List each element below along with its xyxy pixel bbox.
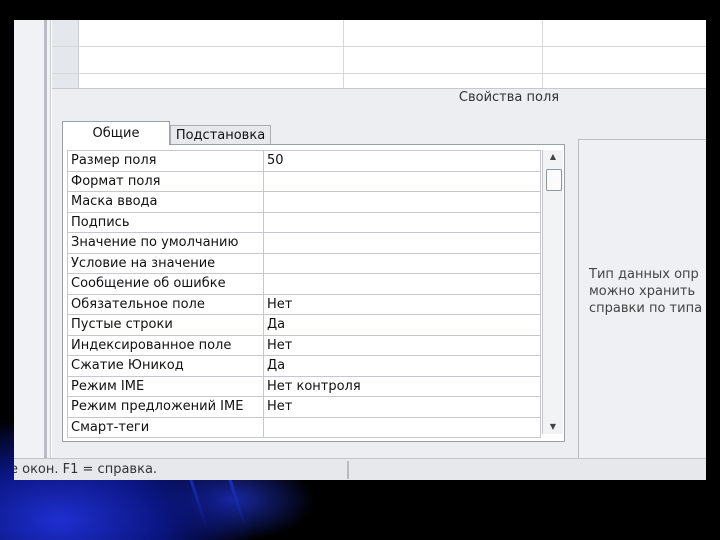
property-name[interactable]: Сжатие Юникод bbox=[67, 355, 264, 377]
property-row[interactable]: Пустые строки Да bbox=[67, 314, 541, 336]
navigation-pane-edge bbox=[14, 20, 51, 458]
property-row[interactable]: Режим IME Нет контроля bbox=[67, 375, 541, 397]
general-properties-panel: Размер поля 50 Формат поля Маска ввода Подпи… bbox=[62, 144, 565, 442]
property-name[interactable]: Индексированное поле bbox=[67, 334, 264, 356]
property-value-field[interactable]: Нет контроля bbox=[263, 375, 541, 397]
status-divider bbox=[347, 461, 349, 479]
property-name[interactable]: Значение по умолчанию bbox=[67, 232, 264, 254]
tab-general[interactable]: Общие bbox=[62, 121, 170, 145]
property-name[interactable]: Режим IME bbox=[67, 375, 264, 397]
property-row[interactable]: Условие на значение bbox=[67, 252, 541, 274]
property-value-field[interactable]: Да bbox=[263, 355, 541, 377]
grid-column-divider bbox=[343, 20, 344, 88]
property-row[interactable]: Значение по умолчанию bbox=[67, 232, 541, 254]
property-value-field[interactable] bbox=[263, 211, 541, 233]
property-name[interactable]: Маска ввода bbox=[67, 191, 264, 213]
scroll-down-arrow-icon[interactable]: ▼ bbox=[543, 420, 563, 434]
help-line: справки по типа bbox=[589, 301, 703, 316]
help-line: можно хранить bbox=[589, 284, 696, 299]
property-value-field[interactable] bbox=[263, 191, 541, 213]
field-properties-area: Свойства поля Общие Подстановка Размер п… bbox=[52, 88, 706, 461]
scroll-up-arrow-icon[interactable]: ▲ bbox=[543, 150, 563, 164]
property-row[interactable]: Режим предложений IME Нет bbox=[67, 396, 541, 418]
property-name[interactable]: Смарт-теги bbox=[67, 416, 264, 438]
grid-column-divider bbox=[542, 20, 543, 88]
property-value-field[interactable]: Нет bbox=[263, 293, 541, 315]
grid-row-divider bbox=[52, 73, 706, 74]
property-value-field[interactable] bbox=[263, 273, 541, 295]
property-row[interactable]: Маска ввода bbox=[67, 191, 541, 213]
properties-table: Размер поля 50 Формат поля Маска ввода Подпи… bbox=[67, 150, 541, 438]
property-value-field[interactable]: Да bbox=[263, 314, 541, 336]
table-design-grid bbox=[52, 20, 706, 88]
property-row[interactable]: Сообщение об ошибке bbox=[67, 273, 541, 295]
property-row[interactable]: Смарт-теги bbox=[67, 416, 541, 438]
property-row[interactable]: Подпись bbox=[67, 211, 541, 233]
property-name[interactable]: Режим предложений IME bbox=[67, 396, 264, 418]
property-value-field[interactable] bbox=[263, 232, 541, 254]
tab-lookup[interactable]: Подстановка bbox=[170, 125, 271, 145]
property-row[interactable]: Обязательное поле Нет bbox=[67, 293, 541, 315]
property-value-field[interactable]: Нет bbox=[263, 396, 541, 418]
property-name[interactable]: Размер поля bbox=[67, 150, 264, 172]
help-text: Тип данных опр можно хранить справки по … bbox=[589, 266, 702, 317]
property-name[interactable]: Сообщение об ошибке bbox=[67, 273, 264, 295]
properties-title: Свойства поля bbox=[458, 90, 560, 105]
property-value-field[interactable] bbox=[263, 416, 541, 438]
property-row[interactable]: Формат поля bbox=[67, 170, 541, 192]
row-selector-column[interactable] bbox=[52, 20, 79, 88]
property-value-field[interactable] bbox=[263, 170, 541, 192]
scrollbar-thumb[interactable] bbox=[546, 169, 562, 191]
property-value-field[interactable]: Нет bbox=[263, 334, 541, 356]
property-help-box: Тип данных опр можно хранить справки по … bbox=[578, 139, 706, 461]
property-row[interactable]: Сжатие Юникод Да bbox=[67, 355, 541, 377]
property-value-field[interactable]: 50 bbox=[263, 150, 541, 172]
property-name[interactable]: Условие на значение bbox=[67, 252, 264, 274]
property-name[interactable]: Формат поля bbox=[67, 170, 264, 192]
grid-row-divider bbox=[52, 46, 706, 47]
property-name[interactable]: Пустые строки bbox=[67, 314, 264, 336]
help-line: Тип данных опр bbox=[589, 267, 699, 282]
access-window-screenshot: Свойства поля Общие Подстановка Размер п… bbox=[14, 20, 706, 480]
status-bar: е окон. F1 = справка. bbox=[14, 458, 706, 480]
property-name[interactable]: Обязательное поле bbox=[67, 293, 264, 315]
pane-splitter[interactable] bbox=[44, 20, 47, 458]
property-row[interactable]: Индексированное поле Нет bbox=[67, 334, 541, 356]
properties-scrollbar[interactable]: ▲ ▼ bbox=[542, 150, 563, 434]
property-name[interactable]: Подпись bbox=[67, 211, 264, 233]
status-text: е окон. F1 = справка. bbox=[14, 462, 158, 477]
property-value-field[interactable] bbox=[263, 252, 541, 274]
property-row[interactable]: Размер поля 50 bbox=[67, 150, 541, 172]
